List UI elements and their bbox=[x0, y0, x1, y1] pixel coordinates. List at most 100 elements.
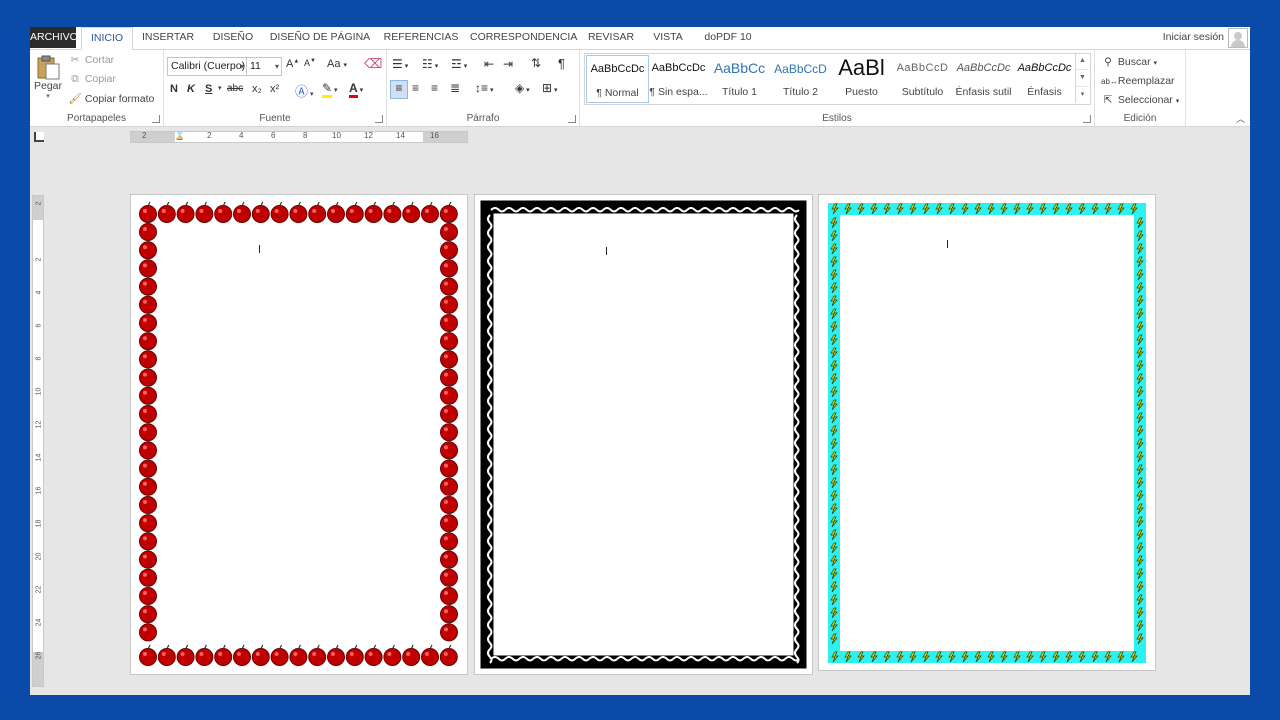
ruler-tick-label: 4 bbox=[35, 290, 43, 295]
bold-button[interactable]: N bbox=[170, 83, 178, 95]
subscript-button[interactable]: x₂ bbox=[252, 83, 262, 95]
styles-launcher-icon[interactable] bbox=[1083, 115, 1091, 123]
page-1[interactable] bbox=[130, 194, 468, 675]
align-left-icon[interactable]: ≡ bbox=[390, 80, 408, 99]
ruler-tick-label: 22 bbox=[35, 585, 43, 594]
style-normal[interactable]: AaBbCcDc ¶ Normal bbox=[586, 55, 649, 103]
style-subtitulo[interactable]: AaBbCcD Subtítulo bbox=[892, 55, 953, 101]
vine-art-border bbox=[480, 200, 807, 669]
tab-archivo[interactable]: ARCHIVO bbox=[30, 27, 78, 48]
chevron-down-icon[interactable]: ▼ bbox=[1076, 70, 1089, 87]
ruler-tick-label: 16 bbox=[430, 131, 439, 140]
tab-referencias[interactable]: REFERENCIAS bbox=[381, 27, 461, 48]
format-painter-button[interactable]: 🖌 Copiar formato bbox=[68, 92, 154, 105]
chevron-down-icon: ▾ bbox=[274, 62, 279, 71]
bullets-icon[interactable]: ☰ ▾ bbox=[392, 57, 408, 71]
ruler-tick-label: 2 bbox=[207, 131, 212, 140]
tab-inicio[interactable]: INICIO bbox=[81, 27, 133, 50]
collapse-ribbon-icon[interactable]: ︿ bbox=[1236, 112, 1245, 125]
chevron-down-icon[interactable]: ▾ bbox=[218, 84, 222, 92]
italic-button[interactable]: K bbox=[187, 83, 195, 95]
style-enfasis-sutil[interactable]: AaBbCcDc Énfasis sutil bbox=[953, 55, 1014, 101]
text-effects-icon[interactable]: Ⓐ ▾ bbox=[295, 81, 313, 100]
style-sample: AaBl bbox=[838, 55, 885, 80]
ruler-tick-label: 12 bbox=[364, 131, 373, 140]
font-name-select[interactable]: Calibri (Cuerpo) ▾ bbox=[167, 57, 247, 76]
style-sample: AaBbCcDc bbox=[1017, 62, 1072, 74]
style-sin-espaciado[interactable]: AaBbCcDc ¶ Sin espa... bbox=[648, 55, 709, 101]
page-3[interactable] bbox=[818, 194, 1156, 671]
tab-selector-icon[interactable] bbox=[34, 132, 44, 142]
justify-icon[interactable]: ≣ bbox=[450, 81, 460, 95]
tab-diseno[interactable]: DISEÑO bbox=[206, 27, 260, 48]
highlight-icon[interactable]: ✎ ▾ bbox=[322, 81, 338, 98]
tab-revisar[interactable]: REVISAR bbox=[585, 27, 637, 48]
font-launcher-icon[interactable] bbox=[375, 115, 383, 123]
gallery-more-icon[interactable]: ▾ bbox=[1076, 87, 1089, 103]
page-2[interactable] bbox=[474, 194, 813, 675]
ruler-tick-label: 18 bbox=[35, 519, 43, 528]
user-avatar-icon[interactable] bbox=[1228, 28, 1248, 48]
show-marks-button[interactable]: ¶ bbox=[558, 56, 565, 71]
chevron-up-icon[interactable]: ▲ bbox=[1076, 53, 1089, 70]
decrease-indent-icon[interactable]: ⇤ bbox=[484, 57, 494, 71]
ruler-tick-label: 16 bbox=[35, 486, 43, 495]
style-name: Título 2 bbox=[782, 86, 819, 98]
text-cursor bbox=[947, 240, 948, 248]
horizontal-ruler[interactable]: 2 2 4 6 8 10 12 14 16 ⌛ bbox=[130, 131, 468, 143]
ruler-tick-label: 24 bbox=[35, 618, 43, 627]
borders-icon[interactable]: ⊞ ▾ bbox=[542, 81, 558, 95]
strikethrough-button[interactable]: abc bbox=[227, 83, 243, 94]
tab-insertar[interactable]: INSERTAR bbox=[139, 27, 197, 48]
binoculars-icon: ⚲ bbox=[1104, 56, 1112, 68]
select-button[interactable]: ⇱ Seleccionar ▾ bbox=[1101, 94, 1180, 106]
multilevel-list-icon[interactable]: ☲ ▾ bbox=[451, 57, 467, 71]
tab-diseno-de-pagina[interactable]: DISEÑO DE PÁGINA bbox=[269, 27, 371, 48]
replace-button[interactable]: ab↔ Reemplazar bbox=[1101, 75, 1175, 87]
underline-button[interactable]: S bbox=[205, 83, 212, 95]
change-case-button[interactable]: Aa ▾ bbox=[327, 58, 347, 70]
style-name: ¶ Normal bbox=[596, 87, 639, 99]
sign-in-link[interactable]: Iniciar sesión bbox=[1163, 27, 1224, 48]
style-puesto[interactable]: AaBl Puesto bbox=[831, 55, 892, 101]
align-right-icon[interactable]: ≡ bbox=[431, 81, 438, 95]
superscript-button[interactable]: x² bbox=[270, 83, 279, 95]
shading-icon[interactable]: ◈ ▾ bbox=[515, 81, 530, 95]
clipboard-launcher-icon[interactable] bbox=[152, 115, 160, 123]
align-center-icon[interactable]: ≡ bbox=[412, 81, 419, 95]
font-size-select[interactable]: 11 ▾ bbox=[246, 57, 282, 76]
ruler-tick-label: 8 bbox=[303, 131, 308, 140]
group-label-font: Fuente bbox=[259, 113, 291, 124]
cut-label: Cortar bbox=[84, 54, 115, 66]
indent-marker-icon[interactable]: ⌛ bbox=[174, 132, 185, 141]
line-spacing-icon[interactable]: ↕≡ ▾ bbox=[475, 81, 493, 95]
tab-dopdf[interactable]: doPDF 10 bbox=[700, 27, 756, 48]
styles-gallery: AaBbCcDc ¶ Normal AaBbCcDc ¶ Sin espa...… bbox=[584, 53, 1091, 105]
group-label-styles: Estilos bbox=[822, 113, 852, 124]
numbering-icon[interactable]: ☷ ▾ bbox=[422, 57, 438, 71]
tab-correspondencia[interactable]: CORRESPONDENCIA bbox=[470, 27, 577, 48]
style-titulo-2[interactable]: AaBbCcD Título 2 bbox=[770, 55, 831, 101]
shrink-font-button[interactable]: A▼ bbox=[304, 58, 316, 68]
style-sample: AaBbCc bbox=[713, 60, 766, 76]
sort-icon[interactable]: ⇅ bbox=[531, 56, 541, 70]
style-name: Subtítulo bbox=[901, 86, 944, 98]
paste-button[interactable]: Pegar ▾ bbox=[34, 54, 62, 104]
increase-indent-icon[interactable]: ⇥ bbox=[503, 57, 513, 71]
style-sample: AaBbCcDc bbox=[651, 62, 706, 74]
ruler-tick-label: 12 bbox=[35, 420, 43, 429]
style-enfasis[interactable]: AaBbCcDc Énfasis bbox=[1014, 55, 1075, 101]
cut-button[interactable]: ✂ Cortar bbox=[68, 54, 115, 66]
paragraph-launcher-icon[interactable] bbox=[568, 115, 576, 123]
style-titulo-1[interactable]: AaBbCc Título 1 bbox=[709, 55, 770, 101]
find-button[interactable]: ⚲ Buscar ▾ bbox=[1101, 56, 1157, 68]
vertical-ruler[interactable]: 2 2 4 6 8 10 12 14 16 18 20 22 24 26 bbox=[32, 195, 44, 687]
font-color-icon[interactable]: A ▾ bbox=[349, 81, 363, 98]
ruler-tick-label: 6 bbox=[35, 323, 43, 328]
grow-font-button[interactable]: A▲ bbox=[286, 58, 299, 70]
word-window: ARCHIVO INICIO INSERTAR DISEÑO DISEÑO DE… bbox=[30, 27, 1250, 695]
tab-vista[interactable]: VISTA bbox=[647, 27, 689, 48]
copy-button[interactable]: ⧉ Copiar bbox=[68, 73, 116, 86]
clear-format-icon[interactable]: ⌫ bbox=[364, 56, 382, 72]
cursor-arrow-icon: ⇱ bbox=[1103, 94, 1113, 106]
